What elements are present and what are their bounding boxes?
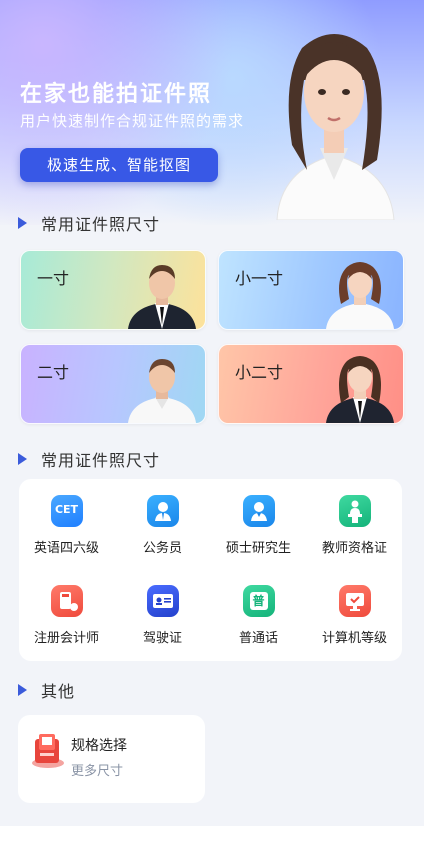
size-card-small-two-inch[interactable]: 小二寸 <box>218 344 404 424</box>
category-label: 驾驶证 <box>142 631 182 646</box>
spec-select-subtitle: 更多尺寸 <box>71 764 124 779</box>
male-portrait-image <box>128 359 196 423</box>
category-civil-servant[interactable]: 公务员 <box>115 495 210 556</box>
female-portrait-image <box>326 356 394 423</box>
category-graduate[interactable]: 硕士研究生 <box>211 495 306 556</box>
size-card-label: 小二寸 <box>235 363 284 382</box>
category-label: 硕士研究生 <box>225 541 291 556</box>
category-mandarin[interactable]: 普 普通话 <box>211 585 306 646</box>
section-title: 其他 <box>41 682 76 701</box>
driver-license-icon <box>146 585 179 617</box>
category-cet[interactable]: CET 英语四六级 <box>19 495 114 556</box>
male-portrait-image <box>128 265 196 329</box>
category-label: 普通话 <box>238 631 278 646</box>
category-teacher[interactable]: 教师资格证 <box>307 495 402 556</box>
cet-icon-text: CET <box>54 503 79 516</box>
graduate-student-icon <box>242 495 275 527</box>
category-computer[interactable]: 计算机等级 <box>307 585 402 646</box>
category-driver-license[interactable]: 驾驶证 <box>115 585 210 646</box>
spec-select-card[interactable]: 规格选择 更多尺寸 <box>18 715 205 803</box>
size-card-label: 小一寸 <box>235 269 284 288</box>
triangle-bullet-icon <box>18 217 27 229</box>
mandarin-icon-text: 普 <box>249 592 268 610</box>
section-header-sizes: 常用证件照尺寸 <box>18 211 160 235</box>
size-card-one-inch[interactable]: 一寸 <box>20 250 206 330</box>
podium-icon <box>347 500 362 523</box>
size-card-label: 二寸 <box>37 363 70 382</box>
bottom-bar <box>0 826 424 842</box>
cet-icon: CET <box>50 495 83 527</box>
person-icon <box>250 502 267 521</box>
size-card-label: 一寸 <box>37 269 70 288</box>
spec-select-title: 规格选择 <box>71 738 127 754</box>
triangle-bullet-icon <box>18 453 27 465</box>
female-portrait-image <box>326 262 394 329</box>
mandarin-icon: 普 <box>242 585 275 617</box>
category-label: 教师资格证 <box>321 541 387 556</box>
photo-spec-icon <box>32 734 64 768</box>
category-accountant[interactable]: 注册会计师 <box>19 585 114 646</box>
quick-generate-button[interactable]: 极速生成、智能抠图 <box>20 148 218 182</box>
category-label: 计算机等级 <box>321 631 387 646</box>
teacher-icon <box>338 495 371 527</box>
category-label: 英语四六级 <box>33 541 99 556</box>
civil-servant-icon <box>146 495 179 527</box>
section-header-other: 其他 <box>18 678 75 702</box>
size-card-small-one-inch[interactable]: 小一寸 <box>218 250 404 330</box>
size-card-two-inch[interactable]: 二寸 <box>20 344 206 424</box>
hero-title: 在家也能拍证件照 <box>20 82 213 107</box>
person-tie-icon <box>154 502 171 521</box>
computer-icon <box>338 585 371 617</box>
hero-portrait-image <box>276 34 395 220</box>
category-label: 注册会计师 <box>33 631 99 646</box>
hero-subtitle: 用户快速制作合规证件照的需求 <box>20 112 245 130</box>
calculator-icon <box>59 592 78 611</box>
monitor-icon <box>345 593 364 611</box>
hero-banner: 在家也能拍证件照 用户快速制作合规证件照的需求 极速生成、智能抠图 <box>0 0 424 225</box>
section-header-categories: 常用证件照尺寸 <box>18 447 160 471</box>
category-grid: CET 英语四六级 公务员 硕士研究生 教师资格证 注册会计师 驾驶证 普 普通… <box>19 479 402 661</box>
id-card-icon <box>152 594 173 608</box>
accountant-icon <box>50 585 83 617</box>
section-title: 常用证件照尺寸 <box>41 215 161 234</box>
section-title: 常用证件照尺寸 <box>41 451 161 470</box>
triangle-bullet-icon <box>18 684 27 696</box>
category-label: 公务员 <box>142 541 182 556</box>
